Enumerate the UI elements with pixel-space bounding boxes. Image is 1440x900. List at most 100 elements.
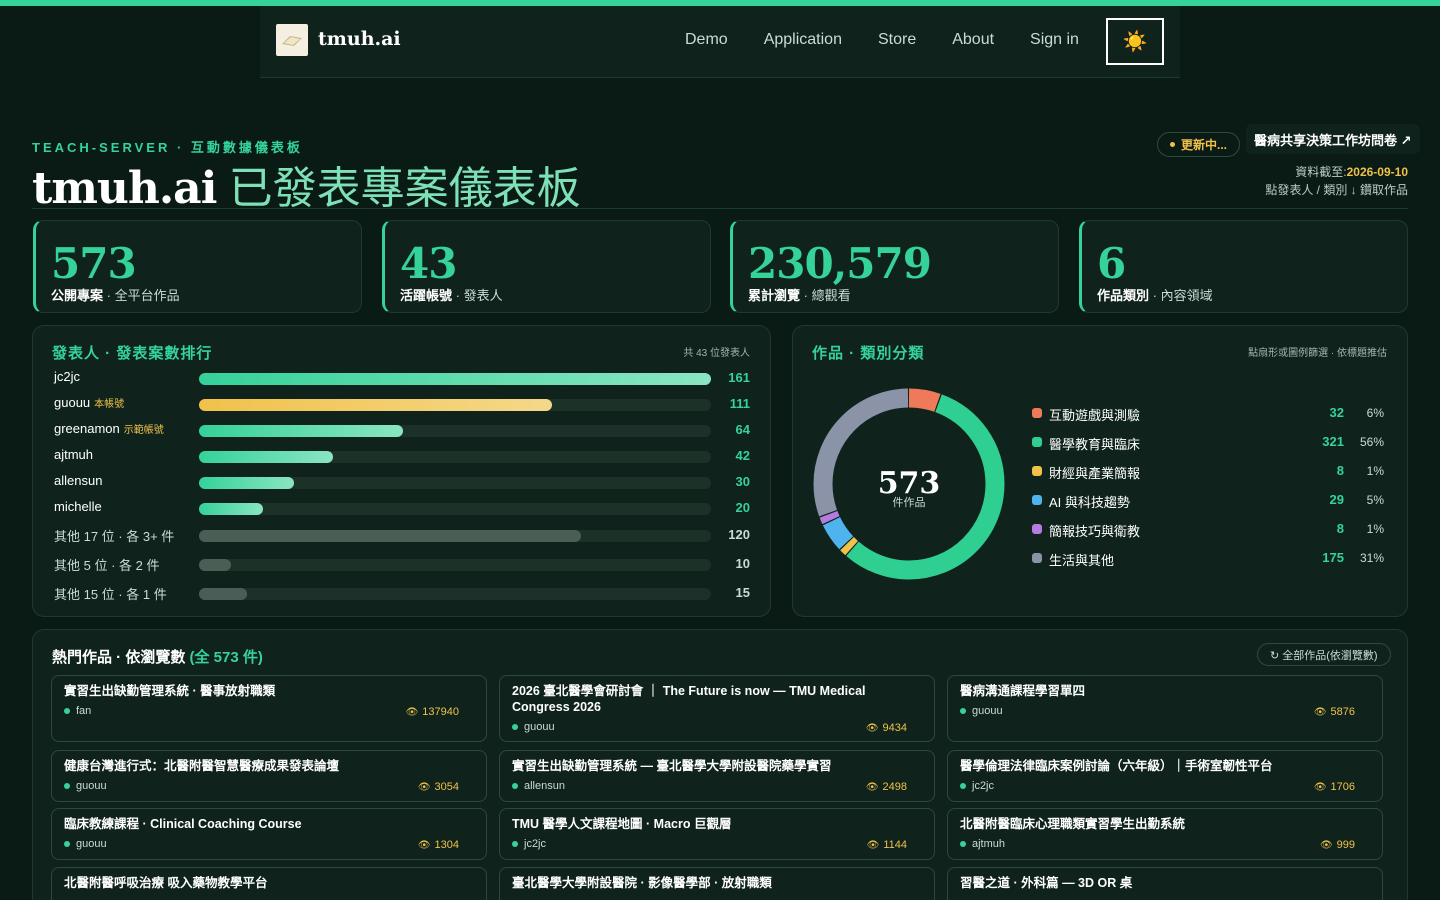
card-author: guouu: [64, 838, 107, 850]
logo-icon[interactable]: [276, 24, 308, 56]
stat-card-categories: 6 作品類別 · 內容領域: [1079, 220, 1408, 313]
ranking-row[interactable]: greenamon 示範帳號 64: [54, 420, 750, 440]
card-views: 👁 1144: [866, 839, 907, 851]
popular-title: 熱門作品 · 依瀏覽數 (全 573 件): [52, 649, 263, 666]
eye-icon: 👁: [866, 839, 880, 851]
theme-toggle-button[interactable]: ☀️: [1106, 18, 1164, 65]
legend-item[interactable]: 財經與產業簡報 8 1%: [1032, 462, 1384, 481]
nav-link-application[interactable]: Application: [764, 31, 842, 49]
donut-total-label: 件作品: [892, 497, 926, 509]
ranking-row[interactable]: allensun 30: [54, 472, 750, 492]
eye-icon: 👁: [1313, 706, 1327, 718]
stat-label: 作品類別 · 內容領域: [1097, 288, 1213, 303]
legend-item[interactable]: 醫學教育與臨床 321 56%: [1032, 433, 1384, 452]
popular-work-card[interactable]: 實習生出缺勤管理系統 — 臺北醫學大學附設醫院藥學實習 allensun 👁 2498: [499, 750, 935, 802]
category-title: 作品 · 類別分類: [812, 345, 925, 362]
card-title: 北醫附醫呼吸治療 吸入藥物教學平台: [64, 876, 268, 890]
ranking-name: michelle: [54, 499, 102, 514]
ranking-bar: [199, 530, 581, 542]
ranking-name: guouu 本帳號: [54, 395, 125, 410]
legend-count: 321: [1322, 434, 1344, 449]
ranking-value: 30: [735, 474, 750, 489]
asof-date: 2026-09-10: [1346, 165, 1408, 179]
card-author: fan: [64, 705, 91, 717]
legend-swatch-icon: [1032, 437, 1042, 447]
card-author: ajtmuh: [960, 838, 1005, 850]
card-title: TMU 醫學人文課程地圖 · Macro 巨觀層: [512, 817, 732, 831]
popular-work-card[interactable]: 醫學倫理法律臨床案例討論（六年級）｜手術室韌性平台 jc2jc 👁 1706: [947, 750, 1383, 802]
ranking-value: 161: [728, 370, 750, 385]
ranking-bar-track: [199, 425, 711, 437]
stat-label: 公開專案 · 全平台作品: [51, 288, 180, 303]
nav-link-demo[interactable]: Demo: [685, 31, 728, 49]
page-title-brand: tmuh.ai: [32, 163, 217, 214]
ranking-value: 111: [729, 396, 750, 411]
ranking-row[interactable]: ajtmuh 42: [54, 446, 750, 466]
ranking-row[interactable]: 其他 17 位 · 各 3+ 件 120: [54, 525, 750, 545]
legend-percent: 1%: [1366, 464, 1384, 478]
ranking-bar: [199, 399, 552, 411]
all-works-button[interactable]: ↻ 全部作品(依瀏覽數): [1257, 643, 1391, 666]
ranking-row[interactable]: 其他 5 位 · 各 2 件 10: [54, 554, 750, 574]
nav-link-sign-in[interactable]: Sign in: [1030, 31, 1079, 49]
legend-item[interactable]: 互動遊戲與測驗 32 6%: [1032, 404, 1384, 423]
card-views: 👁 2498: [865, 781, 907, 793]
ranking-value: 15: [735, 585, 750, 600]
popular-work-card[interactable]: 實習生出缺勤管理系統 · 醫事放射職類 fan 👁 137940: [51, 675, 487, 742]
legend-percent: 6%: [1366, 406, 1384, 420]
ranking-name: ajtmuh: [54, 447, 94, 462]
legend-count: 8: [1336, 521, 1344, 536]
ranking-bar: [199, 503, 263, 515]
legend-swatch-icon: [1032, 466, 1042, 476]
card-author: jc2jc: [512, 838, 546, 850]
popular-work-card[interactable]: TMU 醫學人文課程地圖 · Macro 巨觀層 jc2jc 👁 1144: [499, 808, 935, 860]
ranking-row[interactable]: jc2jc 161: [54, 368, 750, 388]
ranking-value: 20: [735, 500, 750, 515]
ranking-bar-track: [199, 451, 711, 463]
ranking-row[interactable]: guouu 本帳號 111: [54, 394, 750, 414]
ranking-name: 其他 17 位 · 各 3+ 件: [54, 529, 175, 544]
popular-work-card[interactable]: 北醫附醫呼吸治療 吸入藥物教學平台: [51, 867, 487, 900]
legend-swatch-icon: [1032, 495, 1042, 505]
card-views: 👁 5876: [1313, 706, 1355, 718]
ranking-bar-track: [199, 399, 711, 411]
ranking-title: 發表人 · 發表案數排行: [52, 345, 213, 362]
card-title: 醫病溝通課程學習單四: [960, 684, 1086, 698]
ranking-row[interactable]: 其他 15 位 · 各 1 件 15: [54, 583, 750, 603]
page-title-rest: 已發表專案儀表板: [228, 164, 581, 213]
survey-link[interactable]: 醫病共享決策工作坊問卷 ↗: [1246, 124, 1420, 154]
legend-count: 29: [1329, 492, 1344, 507]
ranking-bar-track: [199, 559, 711, 571]
popular-work-card[interactable]: 北醫附醫臨床心理職類實習學生出勤系統 ajtmuh 👁 999: [947, 808, 1383, 860]
card-title: 北醫附醫臨床心理職類實習學生出勤系統: [960, 817, 1186, 831]
page-title: tmuh.ai 已發表專案儀表板: [32, 152, 581, 216]
popular-work-card[interactable]: 臺北醫學大學附設醫院 · 影像醫學部 · 放射職類: [499, 867, 935, 900]
ranking-name: 其他 5 位 · 各 2 件: [54, 558, 160, 573]
ranking-row[interactable]: michelle 20: [54, 498, 750, 518]
brand-name[interactable]: tmuh.ai: [318, 28, 401, 50]
legend-item[interactable]: AI 與科技趨勢 29 5%: [1032, 491, 1384, 510]
eye-icon: 👁: [865, 722, 879, 734]
popular-work-card[interactable]: 習醫之道 · 外科篇 — 3D OR 桌: [947, 867, 1383, 900]
ranking-bar: [199, 477, 295, 489]
popular-work-card[interactable]: 醫病溝通課程學習單四 guouu 👁 5876: [947, 675, 1383, 742]
nav-link-store[interactable]: Store: [878, 31, 916, 49]
ranking-value: 42: [735, 448, 750, 463]
popular-work-card[interactable]: 2026 臺北醫學會研討會 ｜ The Future is now — TMU …: [499, 675, 935, 742]
legend-swatch-icon: [1032, 408, 1042, 418]
legend-item[interactable]: 簡報技巧與衛教 8 1%: [1032, 520, 1384, 539]
legend-item[interactable]: 生活與其他 175 31%: [1032, 549, 1384, 568]
update-status-badge: 更新中...: [1157, 132, 1241, 157]
ranking-bar: [199, 373, 711, 385]
author-dot-icon: [512, 841, 518, 847]
author-dot-icon: [960, 841, 966, 847]
account-tag: 示範帳號: [123, 425, 164, 436]
nav-link-about[interactable]: About: [952, 31, 994, 49]
eye-icon: 👁: [405, 706, 419, 718]
card-views: 👁 1706: [1313, 781, 1355, 793]
popular-work-card[interactable]: 臨床教練課程 · Clinical Coaching Course guouu 👁 1…: [51, 808, 487, 860]
nav-links: Demo Application Store About Sign in: [685, 31, 1115, 49]
card-views: 👁 137940: [405, 706, 459, 718]
popular-work-card[interactable]: 健康台灣進行式：北醫附醫智慧醫療成果發表論壇 guouu 👁 3054: [51, 750, 487, 802]
asof-label: 資料截至:: [1295, 165, 1347, 179]
